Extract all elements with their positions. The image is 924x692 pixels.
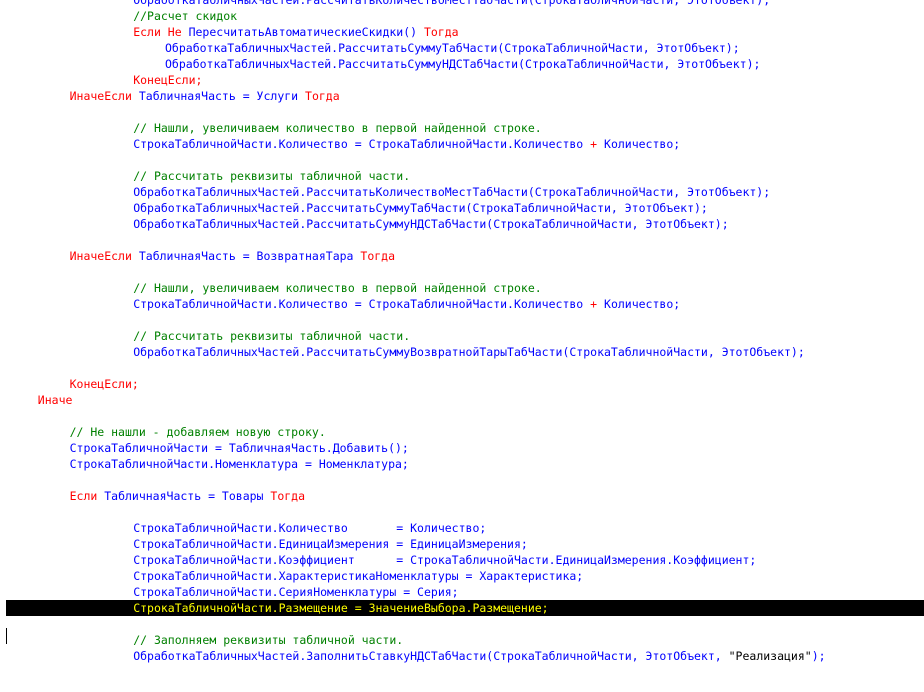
code-line[interactable]: ОбработкаТабличныхЧастей.РассчитатьСумму… (6, 216, 924, 232)
code-line[interactable] (6, 104, 924, 120)
string-token: "Реализация" (728, 649, 812, 663)
code-line[interactable]: СтрокаТабличнойЧасти.Коэффициент = Строк… (6, 552, 924, 568)
code-line[interactable]: // Нашли, увеличиваем количество в перво… (6, 120, 924, 136)
keyword-token: Если (69, 489, 105, 503)
code-token: ОбработкаТабличныхЧастей.РассчитатьКолич… (133, 185, 771, 199)
code-line[interactable] (6, 616, 924, 632)
cursor-line-marker (6, 628, 7, 644)
code-token: Количество; (597, 297, 681, 311)
code-line[interactable]: ОбработкаТабличныхЧастей.ЗаполнитьСтавку… (6, 648, 924, 664)
keyword-token: КонецЕсли; (133, 73, 203, 87)
code-line[interactable]: // Не нашли - добавляем новую строку. (6, 424, 924, 440)
code-line[interactable]: Если Не ПересчитатьАвтоматическиеСкидки(… (6, 24, 924, 40)
code-line[interactable]: ИначеЕсли ТабличнаяЧасть = ВозвратнаяТар… (6, 248, 924, 264)
code-token: ТабличнаяЧасть = ВозвратнаяТара (138, 249, 361, 263)
code-line[interactable]: ИначеЕсли ТабличнаяЧасть = Услуги Тогда (6, 88, 924, 104)
code-token: СтрокаТабличнойЧасти.Количество = Количе… (133, 521, 487, 535)
code-line[interactable]: СтрокаТабличнойЧасти.ХарактеристикаНомен… (6, 568, 924, 584)
code-line[interactable]: Если ТабличнаяЧасть = Товары Тогда (6, 488, 924, 504)
code-line[interactable] (6, 264, 924, 280)
code-line[interactable]: // Рассчитать реквизиты табличной части. (6, 328, 924, 344)
code-line[interactable]: // Рассчитать реквизиты табличной части. (6, 168, 924, 184)
code-token: СтрокаТабличнойЧасти = ТабличнаяЧасть.До… (69, 441, 409, 455)
code-token: СтрокаТабличнойЧасти.СерияНоменклатуры =… (133, 585, 459, 599)
comment-token: // Нашли, увеличиваем количество в перво… (133, 281, 542, 295)
code-token: СтрокаТабличнойЧасти.Номенклатура = Номе… (69, 457, 409, 471)
code-token: ); (811, 649, 826, 663)
code-token: ОбработкаТабличныхЧастей.ЗаполнитьСтавку… (133, 649, 729, 663)
code-line[interactable]: // Заполняем реквизиты табличной части. (6, 632, 924, 648)
code-token: ТабличнаяЧасть = Услуги (138, 89, 306, 103)
comment-token: // Рассчитать реквизиты табличной части. (133, 169, 411, 183)
keyword-token: Тогда (270, 489, 306, 503)
code-line[interactable]: СтрокаТабличнойЧасти.Количество = Строка… (6, 136, 924, 152)
code-line-selected[interactable]: СтрокаТабличнойЧасти.Размещение = Значен… (6, 600, 924, 616)
code-line[interactable]: КонецЕсли; (6, 376, 924, 392)
keyword-token: КонецЕсли; (69, 377, 139, 391)
comment-token: // Рассчитать реквизиты табличной части. (133, 329, 411, 343)
code-token: СтрокаТабличнойЧасти.Количество = Строка… (133, 297, 591, 311)
code-token: СтрокаТабличнойЧасти.Количество = Строка… (133, 137, 591, 151)
code-line[interactable] (6, 408, 924, 424)
code-line[interactable]: СтрокаТабличнойЧасти.ЕдиницаИзмерения = … (6, 536, 924, 552)
code-line[interactable]: ОбработкаТабличныхЧастей.РассчитатьКолич… (6, 0, 924, 8)
code-line[interactable] (6, 152, 924, 168)
code-line[interactable]: СтрокаТабличнойЧасти.Количество = Количе… (6, 520, 924, 536)
keyword-token: Тогда (305, 89, 340, 103)
keyword-token: Тогда (423, 25, 459, 39)
code-line[interactable]: КонецЕсли; (6, 72, 924, 88)
code-token: ОбработкаТабличныхЧастей.РассчитатьКолич… (133, 0, 771, 7)
comment-token: //Расчет скидок (133, 9, 238, 23)
code-line[interactable]: СтрокаТабличнойЧасти = ТабличнаяЧасть.До… (6, 440, 924, 456)
code-line[interactable]: СтрокаТабличнойЧасти.Количество = Строка… (6, 296, 924, 312)
code-token: Количество; (597, 137, 681, 151)
keyword-token: ИначеЕсли (69, 89, 139, 103)
keyword-token: Тогда (360, 249, 396, 263)
code-line[interactable]: Иначе (6, 392, 924, 408)
code-token: ОбработкаТабличныхЧастей.РассчитатьСумму… (165, 41, 740, 55)
keyword-token: Если Не (133, 25, 189, 39)
code-token: ОбработкаТабличныхЧастей.РассчитатьСумму… (165, 57, 761, 71)
code-token: ПересчитатьАвтоматическиеСкидки() (188, 25, 424, 39)
code-token: СтрокаТабличнойЧасти.Размещение = Значен… (133, 601, 549, 615)
keyword-token: ИначеЕсли (69, 249, 139, 263)
code-line[interactable]: ОбработкаТабличныхЧастей.РассчитатьКолич… (6, 184, 924, 200)
code-token: ОбработкаТабличныхЧастей.РассчитатьСумму… (133, 217, 729, 231)
code-editor[interactable]: ОбработкаТабличныхЧастей.РассчитатьКолич… (0, 0, 924, 692)
code-line[interactable] (6, 472, 924, 488)
code-line[interactable] (6, 232, 924, 248)
code-line[interactable]: СтрокаТабличнойЧасти.СерияНоменклатуры =… (6, 584, 924, 600)
code-line[interactable]: //Расчет скидок (6, 8, 924, 24)
code-token: СтрокаТабличнойЧасти.Коэффициент = Строк… (133, 553, 757, 567)
code-token: СтрокаТабличнойЧасти.ХарактеристикаНомен… (133, 569, 584, 583)
code-token: ОбработкаТабличныхЧастей.РассчитатьСумму… (133, 201, 708, 215)
code-line[interactable]: СтрокаТабличнойЧасти.Номенклатура = Номе… (6, 456, 924, 472)
code-token: ОбработкаТабличныхЧастей.РассчитатьСумму… (133, 345, 805, 359)
code-line[interactable]: ОбработкаТабличныхЧастей.РассчитатьСумму… (6, 200, 924, 216)
comment-token: // Нашли, увеличиваем количество в перво… (133, 121, 542, 135)
code-token: СтрокаТабличнойЧасти.ЕдиницаИзмерения = … (133, 537, 528, 551)
code-line[interactable] (6, 360, 924, 376)
code-token: ТабличнаяЧасть = Товары (104, 489, 271, 503)
keyword-token: Иначе (37, 393, 73, 407)
code-line[interactable]: // Нашли, увеличиваем количество в перво… (6, 280, 924, 296)
code-line[interactable]: ОбработкаТабличныхЧастей.РассчитатьСумму… (6, 56, 924, 72)
comment-token: // Заполняем реквизиты табличной части. (133, 633, 404, 647)
code-line[interactable] (6, 504, 924, 520)
code-line[interactable]: ОбработкаТабличныхЧастей.РассчитатьСумму… (6, 40, 924, 56)
code-line[interactable] (6, 312, 924, 328)
code-line[interactable]: ОбработкаТабличныхЧастей.РассчитатьСумму… (6, 344, 924, 360)
comment-token: // Не нашли - добавляем новую строку. (69, 425, 326, 439)
